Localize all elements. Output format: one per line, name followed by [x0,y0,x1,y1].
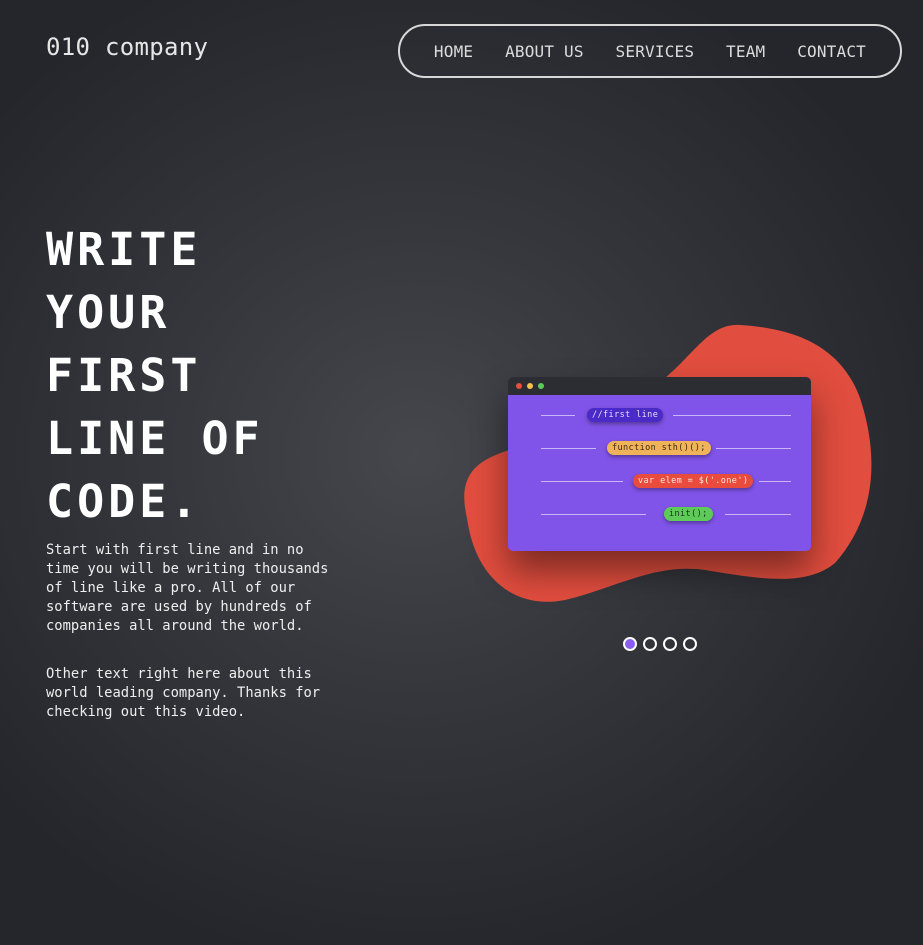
maximize-dot-icon [538,383,544,389]
slider-dot[interactable] [683,637,697,651]
headline-line: YOUR [46,286,171,339]
nav-about-link[interactable]: ABOUT US [505,42,584,61]
close-dot-icon [516,383,522,389]
nav-home-link[interactable]: HOME [434,42,473,61]
hero-paragraph-1: Start with first line and in no time you… [46,542,329,634]
code-editor-window: //first line function sth()(); var elem … [508,377,811,551]
code-line-2: function sth()(); [541,441,791,455]
nav-contact-link[interactable]: CONTACT [797,42,866,61]
slider-pagination [623,637,697,651]
code-token: function sth()(); [607,441,711,455]
code-token: var elem = $('.one') [633,474,754,488]
code-line-4: init(); [541,507,791,521]
hero-headline: WRITE YOUR FIRST LINE OF CODE. [46,218,346,533]
slider-dot[interactable] [623,637,637,651]
nav-services-link[interactable]: SERVICES [616,42,695,61]
headline-line: WRITE [46,223,202,276]
code-line-3: var elem = $('.one') [541,474,791,488]
slider-dot[interactable] [663,637,677,651]
code-token: //first line [587,408,664,422]
window-titlebar [508,377,811,395]
main-nav: HOME ABOUT US SERVICES TEAM CONTACT [398,24,902,78]
minimize-dot-icon [527,383,533,389]
slider-dot[interactable] [643,637,657,651]
headline-line: FIRST [46,349,202,402]
code-line-1: //first line [541,408,791,422]
headline-line: LINE OF [46,412,264,465]
hero-paragraph-2: Other text right here about this world l… [46,666,321,720]
site-logo[interactable]: 010 company [46,33,208,61]
code-token: init(); [664,507,713,521]
headline-line: CODE. [46,475,202,528]
nav-team-link[interactable]: TEAM [726,42,765,61]
